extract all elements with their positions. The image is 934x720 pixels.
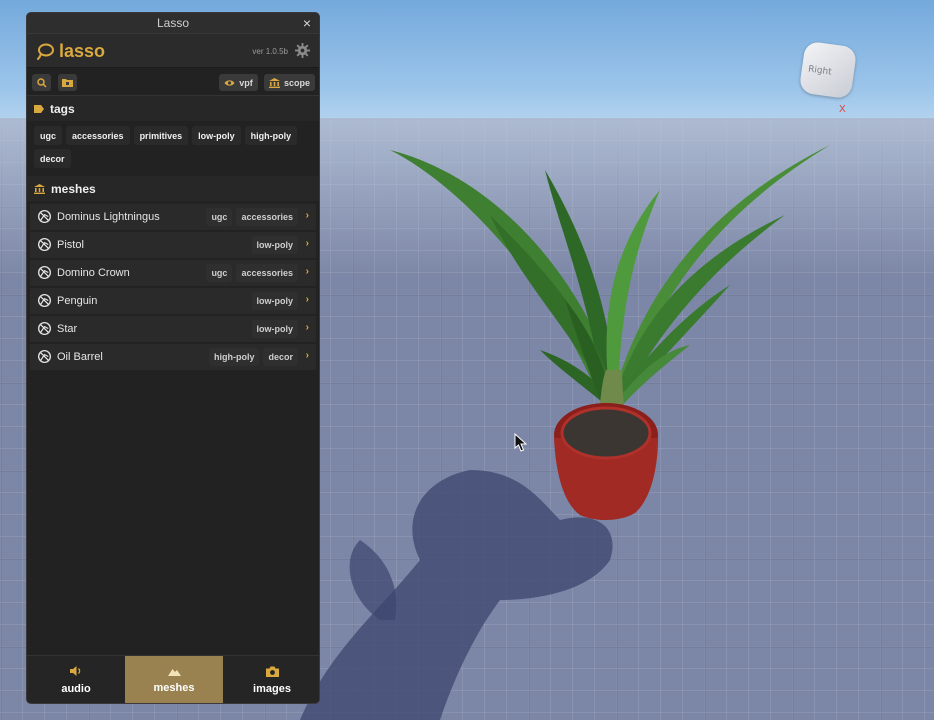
mesh-name: Penguin [57, 295, 98, 307]
plant-shadow [300, 470, 613, 720]
mesh-tag: ugc [206, 264, 233, 282]
mesh-row-penguin[interactable]: Penguin low-poly › [30, 288, 316, 314]
camera-icon [265, 666, 279, 677]
search-icon [36, 77, 47, 88]
scope-button[interactable]: scope [264, 74, 315, 91]
mesh-tags: ugc accessories [206, 208, 298, 226]
mesh-row-domino-crown[interactable]: Domino Crown ugc accessories › [30, 260, 316, 286]
window-titlebar[interactable]: Lasso × [27, 13, 319, 34]
plant-pot [554, 403, 658, 521]
mesh-tag: decor [263, 348, 298, 366]
gear-icon[interactable] [295, 43, 310, 58]
tag-chip[interactable]: primitives [133, 126, 189, 145]
bottom-nav: audio meshes images [27, 655, 319, 703]
folder-button[interactable] [58, 74, 77, 91]
tags-section-header: tags [27, 96, 319, 121]
tag-chip[interactable]: accessories [66, 126, 130, 145]
workspace-icon [268, 77, 280, 88]
tab-meshes-label: meshes [153, 681, 195, 694]
mesh-icon [38, 210, 51, 223]
chevron-right-icon[interactable]: › [306, 238, 309, 249]
mesh-tags: low-poly [251, 292, 298, 310]
chevron-right-icon[interactable]: › [306, 322, 309, 333]
mesh-tag: low-poly [251, 320, 298, 338]
mesh-tags: ugc accessories [206, 264, 298, 282]
app-name: lasso [59, 41, 106, 61]
tag-chip[interactable]: low-poly [192, 126, 241, 145]
mesh-name: Pistol [57, 239, 84, 251]
mesh-name: Star [57, 323, 78, 335]
mesh-icon [38, 266, 51, 279]
mesh-tag: high-poly [208, 348, 260, 366]
x-axis-label: X [839, 104, 846, 115]
mountain-icon [167, 668, 181, 676]
speaker-icon [70, 666, 81, 676]
scope-label: scope [283, 77, 310, 88]
mouse-cursor-icon [514, 433, 528, 452]
mesh-icon [38, 350, 51, 363]
tag-icon [34, 104, 44, 113]
chevron-right-icon[interactable]: › [306, 266, 309, 277]
mesh-tags: low-poly [251, 236, 298, 254]
mesh-tag: accessories [236, 264, 298, 282]
lasso-plugin-panel: Lasso × lasso ver 1.0.5b vpf scope tags … [26, 12, 320, 704]
mesh-icon [38, 322, 51, 335]
mesh-name: Oil Barrel [57, 351, 103, 363]
meshes-section-header: meshes [27, 176, 319, 201]
tab-images-label: images [253, 682, 291, 695]
app-header: lasso ver 1.0.5b [27, 34, 319, 68]
eye-icon [224, 79, 235, 86]
window-title: Lasso [156, 16, 190, 30]
tags-list: ugc accessories primitives low-poly high… [27, 121, 319, 176]
version-label: ver 1.0.5b [252, 47, 288, 56]
tab-audio-label: audio [61, 683, 91, 695]
mesh-tags: low-poly [251, 320, 298, 338]
mesh-name: Dominus Lightningus [57, 211, 160, 223]
tab-audio[interactable]: audio [27, 656, 125, 703]
tag-chip[interactable]: decor [34, 149, 71, 168]
tag-chip[interactable]: high-poly [244, 126, 298, 145]
toolbar: vpf scope [27, 68, 319, 96]
mesh-row-dominus-lightningus[interactable]: Dominus Lightningus ugc accessories › [30, 204, 316, 230]
tab-images[interactable]: images [223, 656, 319, 703]
close-button[interactable]: × [303, 15, 311, 31]
mesh-tag: low-poly [251, 292, 298, 310]
folder-icon [62, 79, 73, 87]
vpf-label: vpf [239, 77, 253, 88]
tab-meshes[interactable]: meshes [125, 656, 223, 703]
mesh-row-star[interactable]: Star low-poly › [30, 316, 316, 342]
chevron-right-icon[interactable]: › [306, 294, 309, 305]
mesh-list: Dominus Lightningus ugc accessories › Pi… [27, 201, 319, 370]
mesh-row-pistol[interactable]: Pistol low-poly › [30, 232, 316, 258]
meshes-section-label: meshes [51, 181, 96, 196]
mesh-name: Domino Crown [57, 267, 130, 279]
view-cube[interactable]: Right [798, 40, 858, 100]
tag-chip[interactable]: ugc [34, 126, 63, 145]
plant-shadow-leaf [349, 540, 397, 620]
search-button[interactable] [32, 74, 51, 91]
mesh-tag: accessories [236, 208, 298, 226]
chevron-right-icon[interactable]: › [306, 350, 309, 361]
chevron-right-icon[interactable]: › [306, 210, 309, 221]
tags-section-label: tags [50, 101, 75, 116]
vpf-button[interactable]: vpf [219, 74, 258, 91]
lasso-logo-icon [37, 43, 54, 60]
mesh-tag: ugc [206, 208, 233, 226]
workspace-icon [34, 183, 45, 194]
mesh-tags: high-poly decor [208, 348, 298, 366]
mesh-tag: low-poly [251, 236, 298, 254]
mesh-row-oil-barrel[interactable]: Oil Barrel high-poly decor › [30, 344, 316, 370]
mesh-icon [38, 238, 51, 251]
mesh-icon [38, 294, 51, 307]
